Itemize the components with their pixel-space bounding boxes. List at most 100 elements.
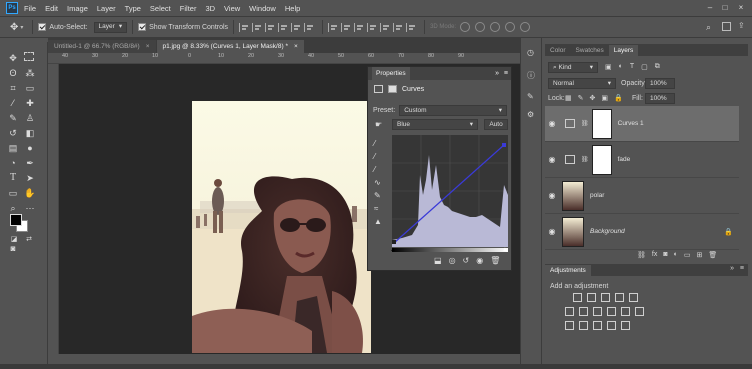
- align-left-icon[interactable]: [239, 22, 249, 32]
- sample-gray-icon[interactable]: ⁄: [374, 150, 382, 163]
- view-previous-icon[interactable]: ◎: [449, 256, 456, 265]
- preset-dropdown[interactable]: Custom ▾: [399, 105, 507, 116]
- crop-tool-icon[interactable]: ⌗: [7, 82, 19, 94]
- hand-tool-icon[interactable]: ✋: [24, 187, 36, 199]
- show-transform-checkbox[interactable]: [138, 23, 147, 31]
- delete-layer-icon[interactable]: 🗑: [708, 251, 717, 259]
- clipping-warning-icon[interactable]: ▲: [374, 215, 382, 228]
- info-icon[interactable]: ⓘ: [527, 70, 535, 81]
- levels-icon[interactable]: [587, 293, 596, 302]
- tool-preset-chevron-icon[interactable]: ▾: [20, 24, 23, 31]
- photo-filter-icon[interactable]: [607, 307, 616, 316]
- lock-position-icon[interactable]: ✥: [590, 94, 596, 102]
- posterize-icon[interactable]: [579, 321, 588, 330]
- reset-icon[interactable]: ↺: [463, 256, 470, 265]
- panel-menu-icon[interactable]: ≡: [740, 265, 744, 272]
- menu-select[interactable]: Select: [150, 4, 171, 13]
- fill-input[interactable]: 100%: [645, 93, 675, 104]
- document-photo[interactable]: [192, 101, 371, 353]
- tab-adjustments[interactable]: Adjustments: [545, 265, 591, 276]
- workspace-icon[interactable]: [722, 22, 731, 31]
- curves-icon[interactable]: [601, 293, 610, 302]
- 3d-orbit-icon[interactable]: [460, 22, 471, 32]
- fx-icon[interactable]: fx: [652, 251, 657, 259]
- eye-icon[interactable]: ◉: [545, 191, 559, 200]
- distribute-center-icon[interactable]: [380, 22, 390, 32]
- align-bottom-icon[interactable]: [304, 22, 314, 32]
- black-white-icon[interactable]: [593, 307, 602, 316]
- tab-color[interactable]: Color: [545, 45, 571, 56]
- menu-window[interactable]: Window: [249, 4, 276, 13]
- align-center-icon[interactable]: [252, 22, 262, 32]
- add-mask-icon[interactable]: ◙: [663, 251, 667, 259]
- pen-tool-icon[interactable]: ✒: [24, 157, 36, 169]
- channel-mixer-icon[interactable]: [621, 307, 630, 316]
- menu-view[interactable]: View: [224, 4, 240, 13]
- path-select-tool-icon[interactable]: ➤: [24, 172, 36, 184]
- gradient-tool-icon[interactable]: ▤: [7, 142, 19, 154]
- properties-icon[interactable]: ⚙: [527, 110, 534, 119]
- type-tool-icon[interactable]: T: [7, 172, 19, 184]
- frame-tool-icon[interactable]: ▭: [24, 82, 36, 94]
- color-balance-icon[interactable]: [579, 307, 588, 316]
- tab-layers[interactable]: Layers: [608, 45, 639, 56]
- pencil-icon[interactable]: ✎: [374, 189, 382, 202]
- vibrance-icon[interactable]: [629, 293, 638, 302]
- layer-mask-icon[interactable]: [388, 85, 397, 93]
- distribute-bottom-icon[interactable]: [354, 22, 364, 32]
- filter-type-icon[interactable]: T: [630, 63, 634, 71]
- black-point-slider-icon[interactable]: ▲: [390, 247, 396, 253]
- distribute-left-icon[interactable]: [367, 22, 377, 32]
- filter-adjustment-icon[interactable]: ◐: [619, 63, 623, 71]
- dodge-tool-icon[interactable]: ◔: [7, 157, 19, 169]
- filter-kind-dropdown[interactable]: ⌕ Kind ▾: [548, 62, 598, 73]
- 3d-slide-icon[interactable]: [505, 22, 516, 32]
- tab-p1[interactable]: p1.jpg @ 8.33% (Curves 1, Layer Mask/8) …: [156, 40, 304, 53]
- lasso-tool-icon[interactable]: ʘ: [7, 67, 19, 79]
- close-icon[interactable]: ×: [294, 40, 298, 53]
- color-lookup-icon[interactable]: [635, 307, 644, 316]
- threshold-icon[interactable]: [593, 321, 602, 330]
- curve-point-black[interactable]: [392, 240, 396, 244]
- link-icon[interactable]: ⛓: [581, 120, 589, 127]
- panel-menu-icon[interactable]: ≡: [504, 70, 508, 77]
- opacity-input[interactable]: 100%: [645, 78, 675, 89]
- menu-layer[interactable]: Layer: [97, 4, 116, 13]
- layer-thumbnail[interactable]: [562, 216, 584, 247]
- quick-mask-icon[interactable]: ◙: [7, 243, 19, 255]
- rectangle-tool-icon[interactable]: ▭: [7, 187, 19, 199]
- tab-untitled[interactable]: Untitled-1 @ 66.7% (RGB/8#) ×: [48, 40, 156, 53]
- selective-color-icon[interactable]: [621, 321, 630, 330]
- sample-white-icon[interactable]: ⁄: [374, 163, 382, 176]
- align-middle-icon[interactable]: [291, 22, 301, 32]
- delete-icon[interactable]: 🗑: [490, 256, 500, 265]
- new-layer-icon[interactable]: ⊞: [696, 251, 702, 259]
- channel-dropdown[interactable]: Blue ▾: [392, 119, 478, 130]
- visibility-icon[interactable]: ◉: [476, 256, 483, 265]
- search-icon[interactable]: ⌕: [706, 22, 711, 33]
- 3d-drag-icon[interactable]: [490, 22, 501, 32]
- on-image-adjust-icon[interactable]: ☛: [375, 120, 382, 129]
- share-icon[interactable]: ⇪: [738, 21, 745, 30]
- menu-filter[interactable]: Filter: [180, 4, 197, 13]
- exposure-icon[interactable]: [615, 293, 624, 302]
- smooth-icon[interactable]: ≈: [374, 202, 382, 215]
- blur-tool-icon[interactable]: ●: [24, 142, 36, 154]
- marquee-tool-icon[interactable]: [24, 52, 34, 61]
- brightness-icon[interactable]: [573, 293, 582, 302]
- auto-button[interactable]: Auto: [484, 119, 508, 130]
- lock-all-icon[interactable]: 🔒: [614, 94, 623, 102]
- layer-mask-thumbnail[interactable]: [591, 144, 612, 175]
- brush-settings-icon[interactable]: ✎: [527, 92, 534, 101]
- link-icon[interactable]: ⛓: [581, 156, 589, 163]
- edit-toolbar-icon[interactable]: ⋯: [24, 202, 36, 214]
- invert-icon[interactable]: [565, 321, 574, 330]
- layer-row-fade[interactable]: ◉ ⛓ fade: [545, 142, 739, 178]
- swap-colors-icon[interactable]: ⇄: [23, 234, 35, 246]
- distribute-middle-icon[interactable]: [341, 22, 351, 32]
- curve-points-icon[interactable]: ∿: [374, 176, 382, 189]
- layer-row-curves[interactable]: ◉ ⛓ Curves 1: [545, 106, 739, 142]
- white-point-slider-icon[interactable]: ▲: [502, 247, 508, 253]
- auto-align-icon[interactable]: [406, 22, 416, 32]
- eye-icon[interactable]: ◉: [545, 155, 559, 164]
